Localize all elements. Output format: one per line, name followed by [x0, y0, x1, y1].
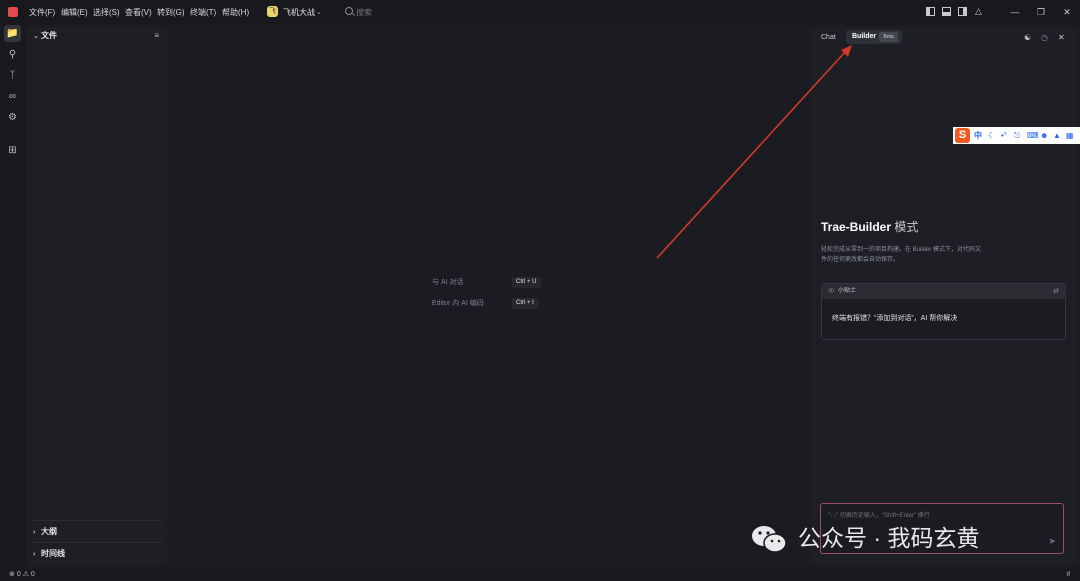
chevron-right-icon: › [33, 529, 36, 536]
hint-chat-shortcut: Ctrl + U [512, 277, 541, 288]
search-icon [345, 7, 353, 15]
punctuation-icon[interactable]: •° [1001, 130, 1007, 141]
warning-icon: ⚠ [22, 571, 29, 578]
apps-grid-icon[interactable]: ⊞ [4, 142, 21, 159]
hint-inline-shortcut: Ctrl + I [512, 298, 538, 309]
debug-icon[interactable]: ⚙ [4, 109, 21, 126]
search-input[interactable] [356, 6, 476, 19]
tab-chat[interactable]: Chat [821, 32, 836, 43]
keyboard-icon[interactable]: ⌨ [1027, 130, 1039, 141]
editor-area[interactable]: 与 AI 对话 Ctrl + U Editor 内 AI 编码 Ctrl + I [171, 27, 805, 564]
watermark-text: 公众号 · 我码玄黄 [798, 525, 980, 551]
tips-header: ☉ 小贴士 ⇄ [822, 284, 1065, 299]
sogou-logo-icon[interactable]: S [955, 128, 970, 143]
divider [33, 542, 161, 543]
error-count: 0 [16, 571, 21, 578]
beta-badge: Beta [879, 32, 898, 42]
user-icon[interactable]: ☻ [1040, 130, 1048, 141]
moon-icon[interactable]: ☾ [988, 130, 995, 141]
collapse-all-icon[interactable]: ≡ [154, 31, 159, 40]
hint-inline-label: Editor 内 AI 编码 [432, 300, 484, 307]
builder-description-line2: 件的任何更改都会自动保存。 [821, 257, 900, 263]
bell-icon[interactable]: ♯ [1067, 570, 1071, 580]
toolbox-icon[interactable]: ▦ [1066, 130, 1074, 141]
menu-file[interactable]: 文件(F) [29, 6, 55, 19]
account-icon[interactable]: △ [975, 7, 984, 16]
builder-description-line1: 轻松完成从零到一的项目构建。在 Builder 模式下，对代码文 [821, 247, 982, 253]
tips-text: 终端有报错？“添加到对话”，AI 帮你解决 [832, 315, 958, 322]
project-name[interactable]: 飞机大战 [283, 6, 315, 19]
tab-builder[interactable]: Builder Beta [846, 30, 902, 44]
ime-language-icon[interactable]: 中 [974, 130, 982, 141]
project-badge-icon[interactable]: 飞 [267, 6, 278, 17]
source-control-icon[interactable]: ᛉ [4, 67, 21, 84]
skin-icon[interactable]: ▲ [1053, 130, 1061, 141]
builder-title: Trae-Builder 模式 [821, 220, 919, 234]
problems-indicator[interactable]: ⊗ 0 ⚠ 0 [9, 570, 35, 580]
menu-view[interactable]: 查看(V) [125, 6, 152, 19]
chevron-down-icon: ⌄ [33, 33, 39, 40]
app-logo-icon [8, 7, 18, 17]
menu-terminal[interactable]: 终端(T) [190, 6, 216, 19]
maximize-icon[interactable]: ❐ [1033, 5, 1049, 19]
send-icon[interactable]: ➤ [1048, 536, 1056, 547]
divider [33, 520, 161, 521]
error-icon: ⊗ [9, 571, 15, 578]
explorer-panel: ⌄ 文件 ≡ › 大纲 › 时间线 [27, 27, 167, 564]
new-chat-icon[interactable]: ☯ [1024, 33, 1031, 42]
tips-card: ☉ 小贴士 ⇄ 终端有报错？“添加到对话”，AI 帮你解决 [821, 283, 1066, 340]
status-bar: ⊗ 0 ⚠ 0 ♯ [0, 569, 1080, 581]
menu-edit[interactable]: 编辑(E) [61, 6, 88, 19]
history-icon[interactable]: ◷ [1041, 33, 1048, 42]
timeline-section-header[interactable]: › 时间线 [33, 548, 65, 561]
activity-bar: 📁 ⚲ ᛉ ∞ ⚙ ⊞ [0, 25, 25, 569]
close-icon[interactable]: ✕ [1059, 5, 1075, 19]
extensions-link-icon[interactable]: ∞ [4, 88, 21, 105]
toggle-panel-icon[interactable] [942, 7, 951, 16]
chevron-right-icon: › [33, 551, 36, 558]
ime-toolbar: S 中 ☾ •° ⎋ ⌨ ☻ ▲ ▦ [953, 127, 1080, 144]
close-panel-icon[interactable]: ✕ [1058, 33, 1065, 42]
minimize-icon[interactable]: — [1007, 5, 1023, 19]
toggle-sidebar-icon[interactable] [926, 7, 935, 16]
toggle-right-panel-icon[interactable] [958, 7, 967, 16]
tab-builder-label: Builder [852, 33, 877, 40]
menu-go[interactable]: 转到(G) [157, 6, 185, 19]
search-icon[interactable]: ⚲ [4, 46, 21, 63]
chevron-down-icon[interactable]: ⌄ [316, 6, 322, 19]
hint-chat-label: 与 AI 对话 [432, 279, 464, 286]
lightbulb-icon: ☉ [828, 288, 835, 295]
chat-input[interactable] [828, 510, 1028, 521]
title-bar: 文件(F) 编辑(E) 选择(S) 查看(V) 转到(G) 终端(T) 帮助(H… [0, 0, 1080, 25]
explorer-icon[interactable]: 📁 [4, 25, 21, 42]
shuffle-icon[interactable]: ⇄ [1053, 287, 1059, 296]
files-section-header[interactable]: ⌄ 文件 [33, 30, 57, 43]
outline-section-header[interactable]: › 大纲 [33, 526, 57, 539]
menu-help[interactable]: 帮助(H) [222, 6, 249, 19]
menu-selection[interactable]: 选择(S) [93, 6, 120, 19]
microphone-icon[interactable]: ⎋ [1014, 130, 1020, 141]
wechat-logo-icon [752, 526, 787, 553]
tips-title: 小贴士 [838, 288, 857, 294]
warning-count: 0 [30, 571, 35, 578]
